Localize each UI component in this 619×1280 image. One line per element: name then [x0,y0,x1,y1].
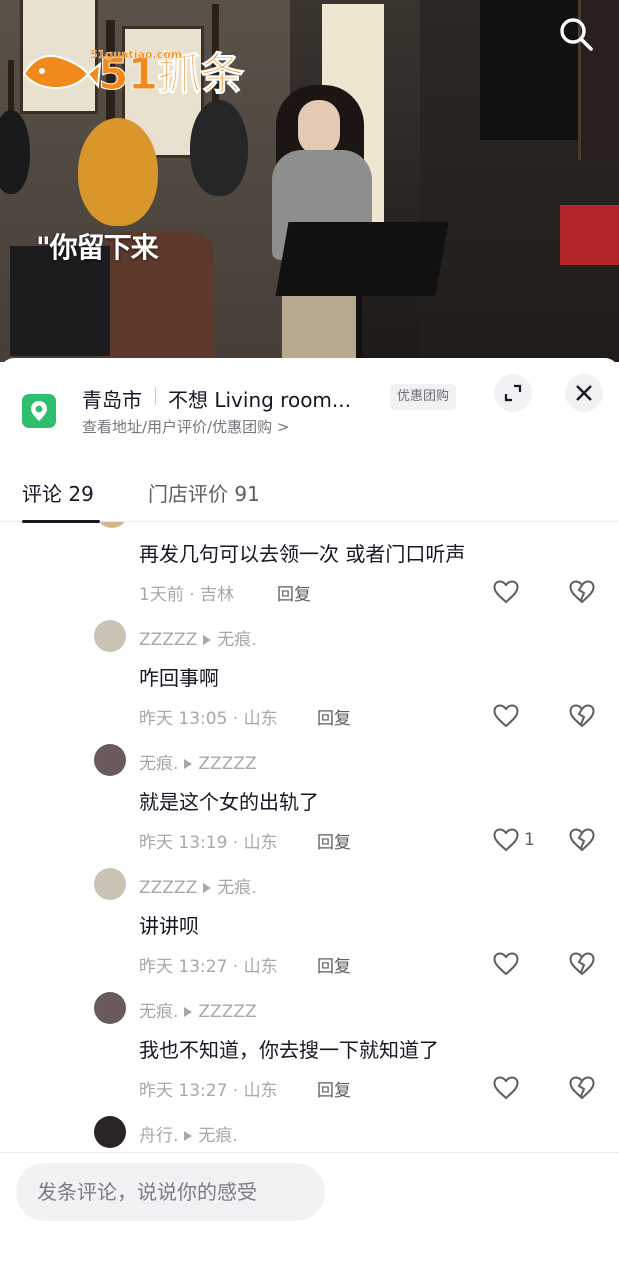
heart-icon [493,580,519,604]
expand-button[interactable] [494,374,532,412]
tab-label: 评论 29 [22,482,94,506]
reply-button[interactable]: 回复 [277,580,311,605]
comment-meta: 昨天 13:27 · 山东 [139,957,278,977]
comment-meta: 昨天 13:27 · 山东 [139,1081,278,1101]
heart-icon [493,1076,519,1100]
comment-input[interactable]: 发条评论，说说你的感受 [16,1163,325,1221]
comment-sheet: 青岛市 不想 Living room... 优惠团购 查看地址/用户评价/优惠团… [0,358,619,1280]
reply-button[interactable]: 回复 [317,952,351,977]
comment-author: 无痕. ZZZZZ [139,749,257,774]
reply-arrow-icon [184,1006,193,1017]
tab-comments[interactable]: 评论 29 [22,478,100,523]
avatar[interactable] [94,620,126,652]
comment-meta: 昨天 13:05 · 山东 [139,709,278,729]
reply-arrow-icon [203,882,212,893]
guitar-bass [190,100,248,196]
reply-target[interactable]: ZZZZZ [198,754,256,774]
reply-target[interactable]: 无痕. [217,878,256,898]
location-subtitle[interactable]: 查看地址/用户评价/优惠团购 > [82,416,289,437]
group-deal-badge[interactable]: 优惠团购 [390,384,457,410]
reply-target[interactable]: 无痕. [217,630,256,650]
reply-target[interactable]: 无痕. [198,1126,237,1146]
broken-heart-icon[interactable] [568,702,596,730]
expand-icon [504,384,522,402]
close-icon [576,385,592,401]
location-pin-icon [22,394,56,428]
heart-icon [493,704,519,728]
tab-store-reviews[interactable]: 门店评价 91 [148,478,260,507]
reply-arrow-icon [184,758,193,769]
music-stand-pole [356,290,362,362]
author-name[interactable]: ZZZZZ [139,878,197,898]
divider [155,387,156,405]
tab-label: 门店评价 91 [148,482,260,506]
author-name[interactable]: 舟行. [139,1126,178,1146]
search-icon[interactable] [556,14,596,54]
comment-text: 就是这个女的出轨了 [139,790,319,814]
avatar[interactable] [96,522,128,528]
tab-bar: 评论 29 门店评价 91 [0,470,619,523]
comment-meta: 昨天 13:19 · 山东 [139,833,278,853]
avatar[interactable] [94,744,126,776]
reply-button[interactable]: 回复 [317,704,351,729]
broken-heart-icon[interactable] [568,950,596,978]
avatar[interactable] [94,1116,126,1148]
comment-meta: 1天前 · 吉林 [139,585,235,605]
music-stand [275,222,449,296]
reply-arrow-icon [203,634,212,645]
like-button[interactable] [492,1074,544,1102]
comment-text: 咋回事啊 [139,666,219,690]
comment-author: 无痕. ZZZZZ [139,997,257,1022]
guitar-acoustic [78,118,158,226]
location-card[interactable]: 青岛市 不想 Living room... 优惠团购 查看地址/用户评价/优惠团… [0,358,619,448]
comment-text: 讲讲呗 [139,914,199,938]
singer-face [298,100,340,155]
broken-heart-icon[interactable] [568,826,596,854]
video-player[interactable]: 51抓条 51guatiao.com "你留下来 [0,0,619,362]
red-box [560,205,619,265]
author-name[interactable]: 无痕. [139,754,178,774]
watermark-url: 51guatiao.com [90,48,183,61]
heart-icon [493,952,519,976]
reply-arrow-icon [184,1130,193,1141]
comment-list[interactable]: 再发几句可以去领一次 或者门口听声 1天前 · 吉林 回复 ZZZZZ 无痕. 咋… [0,522,619,1152]
like-button[interactable] [492,702,544,730]
comment-text: 我也不知道，你去搜一下就知道了 [139,1038,439,1062]
reply-button[interactable]: 回复 [317,828,351,853]
like-button[interactable] [492,950,544,978]
reply-target[interactable]: ZZZZZ [198,1002,256,1022]
heart-icon [493,828,519,852]
like-button[interactable]: 1 [492,826,544,854]
location-name[interactable]: 不想 Living room... [168,384,351,413]
comment-input-bar: 发条评论，说说你的感受 [0,1152,619,1280]
comment-author: ZZZZZ 无痕. [139,873,257,898]
comment-author: 舟行. 无痕. [139,1121,238,1146]
location-city: 青岛市 [82,388,142,412]
comment-text: 再发几句可以去领一次 或者门口听声 [139,542,466,566]
video-lyric: "你留下来 [36,231,159,264]
reply-button[interactable]: 回复 [317,1076,351,1101]
like-button[interactable] [492,578,544,606]
broken-heart-icon[interactable] [568,578,596,606]
comment-author: ZZZZZ 无痕. [139,625,257,650]
avatar[interactable] [94,992,126,1024]
like-count: 1 [524,830,535,850]
author-name[interactable]: ZZZZZ [139,630,197,650]
close-button[interactable] [565,374,603,412]
avatar[interactable] [94,868,126,900]
author-name[interactable]: 无痕. [139,1002,178,1022]
broken-heart-icon[interactable] [568,1074,596,1102]
